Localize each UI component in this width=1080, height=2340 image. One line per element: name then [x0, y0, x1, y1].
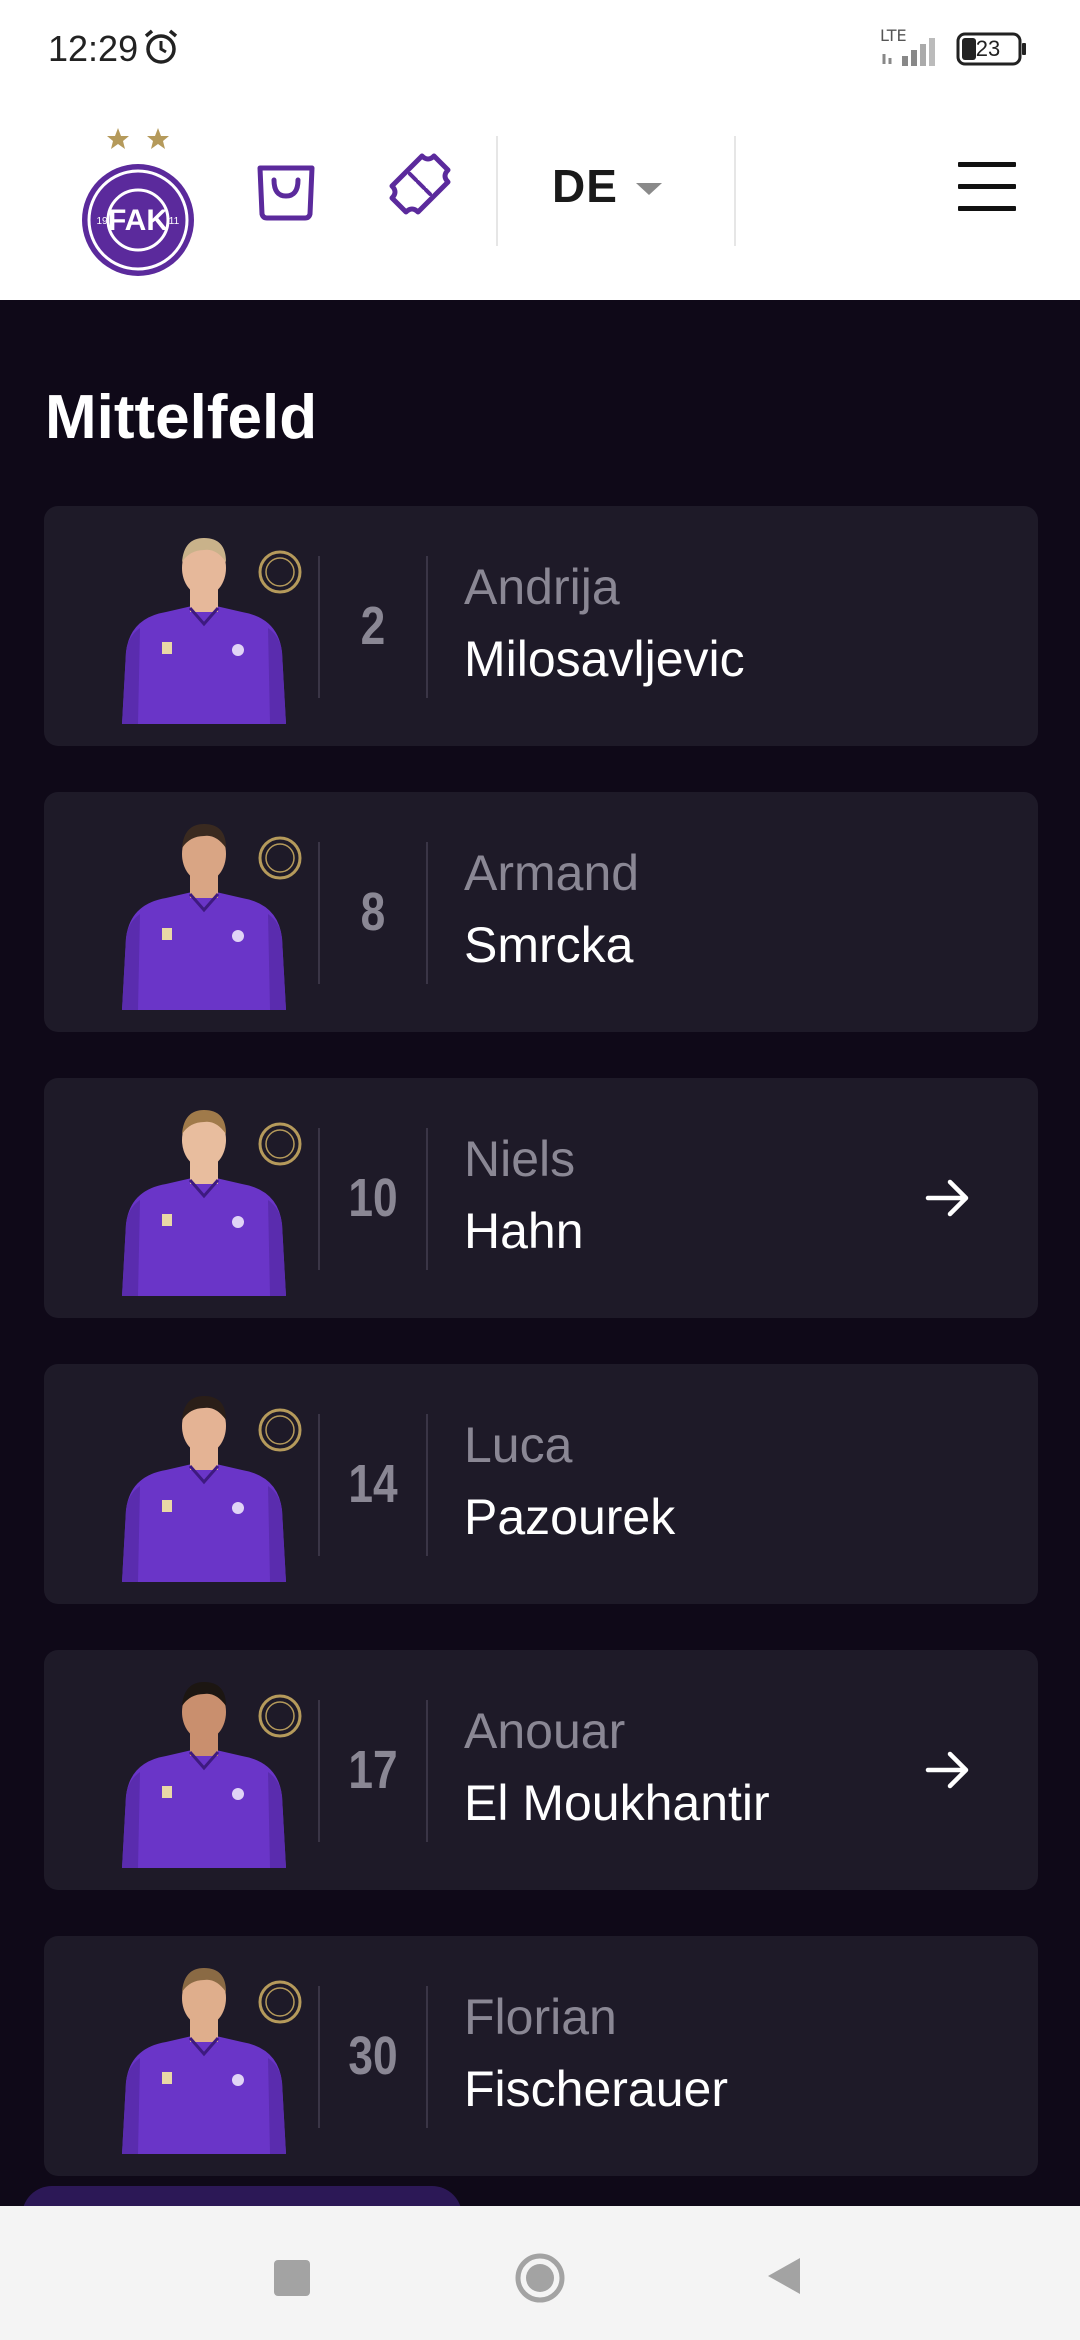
shopping-bag-icon[interactable] — [254, 154, 318, 222]
site-header: FAK 19 11 DE — [0, 96, 1080, 300]
player-first-name: Andrija — [464, 559, 620, 615]
club-logo[interactable]: FAK 19 11 — [76, 114, 200, 284]
player-photo — [122, 824, 302, 1010]
section-title: Mittelfeld — [45, 383, 318, 452]
jersey-number: 10 — [348, 1168, 398, 1228]
svg-text:19: 19 — [96, 216, 108, 227]
player-photo — [122, 1682, 302, 1868]
hamburger-menu-icon[interactable] — [958, 162, 1016, 212]
ticket-icon[interactable] — [384, 152, 452, 220]
player-first-name: Florian — [464, 1989, 617, 2045]
jersey-number: 8 — [360, 882, 386, 942]
player-card[interactable]: 2 Andrija Milosavljevic — [44, 506, 1038, 746]
squad-section: Mittelfeld 2 Andrija Milosavljevic 8 Armand S… — [0, 300, 1080, 2206]
player-photo — [122, 1968, 302, 2154]
player-card[interactable]: 10 Niels Hahn — [44, 1078, 1038, 1318]
back-button[interactable] — [764, 2254, 804, 2298]
status-time: 12:29 — [48, 28, 139, 69]
svg-text:11: 11 — [169, 216, 180, 227]
card-divider — [426, 556, 428, 698]
header-divider — [734, 136, 736, 246]
player-first-name: Luca — [464, 1417, 573, 1473]
card-divider — [318, 842, 320, 984]
player-last-name: Fischerauer — [464, 2061, 728, 2117]
card-divider — [426, 842, 428, 984]
player-last-name: Pazourek — [464, 1489, 676, 1545]
player-card[interactable]: 17 Anouar El Moukhantir — [44, 1650, 1038, 1890]
system-nav-bar — [0, 2206, 1080, 2340]
player-last-name: Milosavljevic — [464, 631, 745, 687]
player-card[interactable]: 30 Florian Fischerauer — [44, 1936, 1038, 2176]
player-card[interactable]: 14 Luca Pazourek — [44, 1364, 1038, 1604]
player-card[interactable]: 8 Armand Smrcka — [44, 792, 1038, 1032]
floating-bar[interactable] — [22, 2186, 462, 2206]
player-first-name: Anouar — [464, 1703, 626, 1759]
alarm-icon — [144, 29, 178, 64]
arrow-right-icon[interactable] — [924, 1746, 972, 1794]
player-photo — [122, 538, 302, 724]
arrow-right-icon[interactable] — [924, 1174, 972, 1222]
player-last-name: El Moukhantir — [464, 1775, 770, 1831]
card-divider — [318, 556, 320, 698]
jersey-number: 14 — [348, 1454, 398, 1514]
card-divider — [426, 1414, 428, 1556]
player-first-name: Armand — [464, 845, 640, 901]
svg-text:FAK: FAK — [108, 204, 168, 237]
signal-icon — [882, 38, 935, 66]
jersey-number: 17 — [348, 1740, 398, 1800]
card-divider — [318, 1986, 320, 2128]
battery-level: 23 — [975, 36, 1001, 61]
language-selector[interactable]: DE — [552, 156, 662, 216]
home-button[interactable] — [514, 2252, 566, 2304]
chevron-down-icon — [635, 183, 662, 195]
card-divider — [426, 1986, 428, 2128]
player-photo — [122, 1396, 302, 1582]
status-bar: 12:29 LTE 23 — [0, 0, 1080, 96]
card-divider — [318, 1128, 320, 1270]
jersey-number: 2 — [360, 596, 386, 656]
player-last-name: Hahn — [464, 1203, 584, 1259]
recent-apps-button[interactable] — [274, 2260, 310, 2296]
header-divider — [496, 136, 498, 246]
player-first-name: Niels — [464, 1131, 576, 1187]
card-divider — [318, 1414, 320, 1556]
jersey-number: 30 — [348, 2026, 398, 2086]
card-divider — [318, 1700, 320, 1842]
player-photo — [122, 1110, 302, 1296]
player-last-name: Smrcka — [464, 917, 634, 973]
card-divider — [426, 1128, 428, 1270]
card-divider — [426, 1700, 428, 1842]
language-label: DE — [552, 160, 618, 212]
